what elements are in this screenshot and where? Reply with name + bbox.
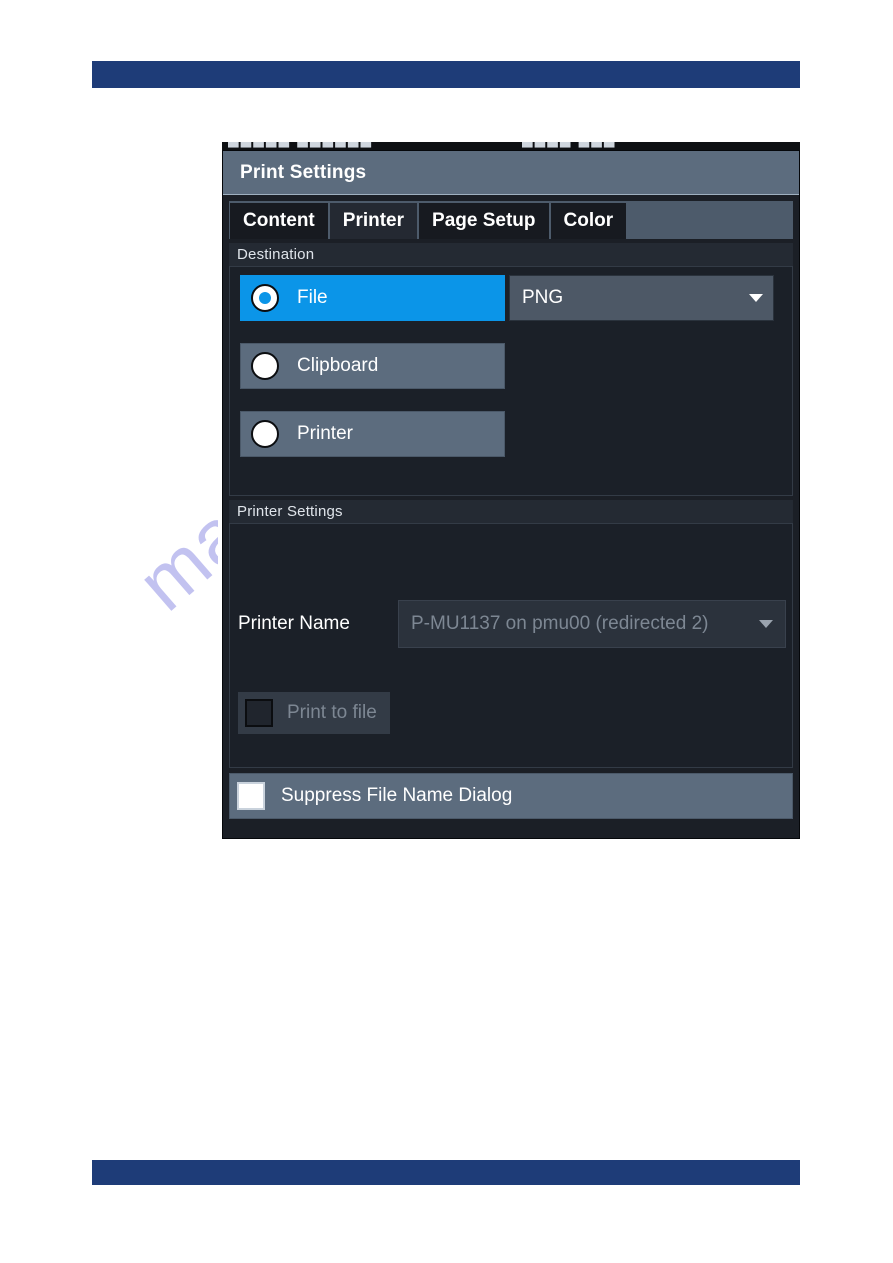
radio-printer-label: Printer <box>297 423 353 444</box>
clipped-text-left: █████ ██████ <box>228 142 373 147</box>
tab-bar-filler <box>628 203 793 239</box>
radio-printer[interactable]: Printer <box>240 411 505 457</box>
printer-name-row: Printer Name P-MU1137 on pmu00 (redirect… <box>230 600 792 648</box>
tab-content[interactable]: Content <box>230 203 330 239</box>
print-to-file-label: Print to file <box>287 702 377 723</box>
tab-bar: Content Printer Page Setup Color <box>229 201 793 239</box>
printer-name-dropdown: P-MU1137 on pmu00 (redirected 2) <box>398 600 786 648</box>
destination-row-printer: Printer <box>240 411 782 457</box>
radio-file[interactable]: File <box>240 275 505 321</box>
suppress-file-name-dialog-label: Suppress File Name Dialog <box>281 785 513 806</box>
print-to-file-checkbox <box>245 699 273 727</box>
tab-printer[interactable]: Printer <box>329 203 420 239</box>
radio-clipboard[interactable]: Clipboard <box>240 343 505 389</box>
printer-settings-group-frame: Printer Name P-MU1137 on pmu00 (redirect… <box>229 523 793 768</box>
printer-settings-group: Printer Settings Printer Name P-MU1137 o… <box>229 500 793 768</box>
chevron-down-icon <box>749 294 763 302</box>
destination-group-frame: File PNG Clipboard Printer <box>229 266 793 496</box>
destination-row-file: File PNG <box>240 275 782 321</box>
tab-page-setup[interactable]: Page Setup <box>419 203 551 239</box>
suppress-file-name-dialog-checkbox[interactable] <box>237 782 265 810</box>
tab-color[interactable]: Color <box>550 203 629 239</box>
dialog-titlebar: Print Settings <box>223 151 799 195</box>
dialog-title: Print Settings <box>240 161 367 183</box>
printer-settings-group-label: Printer Settings <box>237 503 343 520</box>
radio-file-label: File <box>297 287 328 308</box>
destination-row-clipboard: Clipboard <box>240 343 782 389</box>
destination-group: Destination File PNG Clipboard Printer <box>229 243 793 496</box>
print-settings-dialog: Print Settings Content Printer Page Setu… <box>222 150 800 839</box>
file-format-value: PNG <box>522 287 564 308</box>
printer-name-label: Printer Name <box>238 613 350 634</box>
radio-clipboard-icon <box>251 352 279 380</box>
clipped-background-strip: █████ ██████ ████ ███ <box>222 142 800 150</box>
suppress-file-name-dialog-row[interactable]: Suppress File Name Dialog <box>229 773 793 819</box>
dialog-body: Content Printer Page Setup Color Destina… <box>223 195 799 838</box>
radio-clipboard-label: Clipboard <box>297 355 379 376</box>
file-format-dropdown[interactable]: PNG <box>509 275 774 321</box>
page-header-rule <box>92 61 800 88</box>
print-to-file-checkbox-row: Print to file <box>238 692 390 734</box>
radio-printer-icon <box>251 420 279 448</box>
radio-file-icon <box>251 284 279 312</box>
printer-name-value: P-MU1137 on pmu00 (redirected 2) <box>411 613 709 634</box>
print-settings-figure: █████ ██████ ████ ███ Print Settings Con… <box>218 142 800 839</box>
clipped-text-right: ████ ███ <box>522 142 617 147</box>
page-footer-rule <box>92 1160 800 1185</box>
chevron-down-icon <box>759 620 773 628</box>
destination-group-label: Destination <box>237 246 315 263</box>
